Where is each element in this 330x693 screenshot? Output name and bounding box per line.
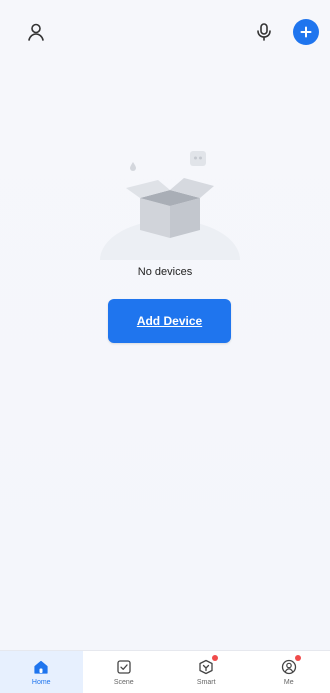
plus-icon xyxy=(300,26,312,38)
add-device-button[interactable]: Add Device xyxy=(108,299,231,343)
microphone-icon xyxy=(255,22,273,42)
notification-badge xyxy=(212,655,218,661)
profile-button[interactable] xyxy=(20,16,52,48)
tab-smart[interactable]: Smart xyxy=(165,651,248,693)
home-screen: No devices Add Device Home Scene xyxy=(0,0,330,692)
tab-label: Scene xyxy=(114,679,134,687)
tab-label: Home xyxy=(32,679,51,687)
notification-badge xyxy=(295,655,301,661)
bottom-tab-bar: Home Scene Smart xyxy=(0,650,330,693)
tab-label: Me xyxy=(284,679,294,687)
empty-box-illustration xyxy=(100,140,240,260)
voice-button[interactable] xyxy=(249,16,279,48)
person-icon xyxy=(26,22,46,42)
add-button[interactable] xyxy=(293,19,319,45)
tab-label: Smart xyxy=(197,679,216,687)
empty-message: No devices xyxy=(0,266,330,278)
home-icon xyxy=(33,659,49,675)
top-bar xyxy=(0,0,330,60)
user-circle-icon xyxy=(281,659,297,675)
tab-me[interactable]: Me xyxy=(248,651,330,693)
smart-icon xyxy=(198,659,214,675)
checkbox-icon xyxy=(116,659,132,675)
tab-scene[interactable]: Scene xyxy=(83,651,166,693)
tab-home[interactable]: Home xyxy=(0,651,83,693)
